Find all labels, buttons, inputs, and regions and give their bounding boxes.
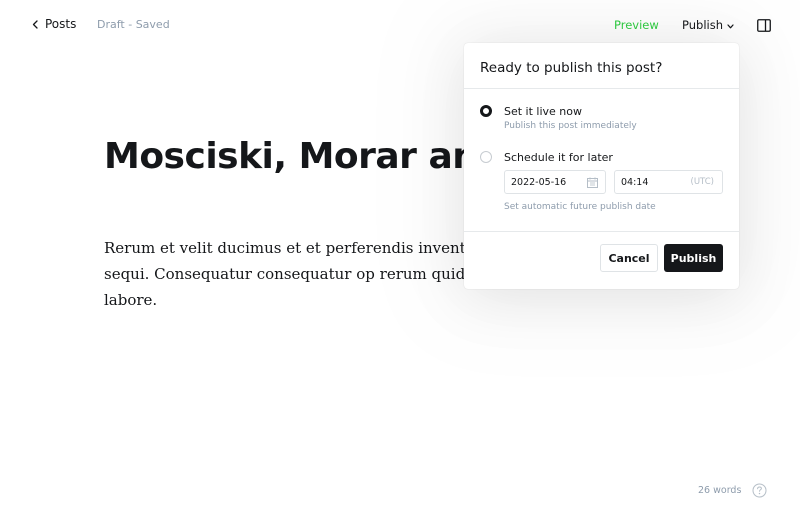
schedule-date-input[interactable]: 2022-05-16 [504, 170, 606, 194]
cancel-button[interactable]: Cancel [600, 244, 658, 272]
preview-button[interactable]: Preview [614, 18, 659, 32]
option-label: Set it live now [504, 105, 583, 118]
timezone-label: (UTC) [690, 177, 714, 187]
radio-selected[interactable] [480, 105, 492, 117]
publish-menu-button[interactable]: Publish [682, 18, 734, 32]
schedule-help-text: Set automatic future publish date [504, 202, 656, 212]
option-label: Schedule it for later [504, 151, 613, 164]
popover-title: Ready to publish this post? [480, 60, 663, 76]
chevron-left-icon [32, 19, 38, 29]
word-count: 26 words [698, 485, 742, 496]
chevron-down-icon [727, 18, 734, 32]
publish-menu-label: Publish [682, 18, 723, 32]
radio-unselected[interactable] [480, 151, 492, 163]
help-circle-icon[interactable] [752, 483, 767, 502]
back-to-posts-link[interactable]: Posts [32, 17, 76, 31]
calendar-icon[interactable] [587, 177, 598, 191]
divider [464, 231, 739, 232]
option-hint: Publish this post immediately [504, 121, 637, 131]
editor-page: Posts Draft - Saved Preview Publish Mosc… [0, 0, 800, 528]
publish-button[interactable]: Publish [664, 244, 723, 272]
time-value: 04:14 [621, 177, 649, 188]
post-status: Draft - Saved [97, 18, 170, 31]
back-link-label: Posts [45, 17, 77, 31]
divider [464, 88, 739, 89]
date-value: 2022-05-16 [511, 177, 567, 188]
publish-popover: Ready to publish this post? Set it live … [464, 43, 739, 289]
sidebar-toggle-icon[interactable] [757, 17, 771, 36]
schedule-time-input[interactable]: 04:14 (UTC) [614, 170, 723, 194]
